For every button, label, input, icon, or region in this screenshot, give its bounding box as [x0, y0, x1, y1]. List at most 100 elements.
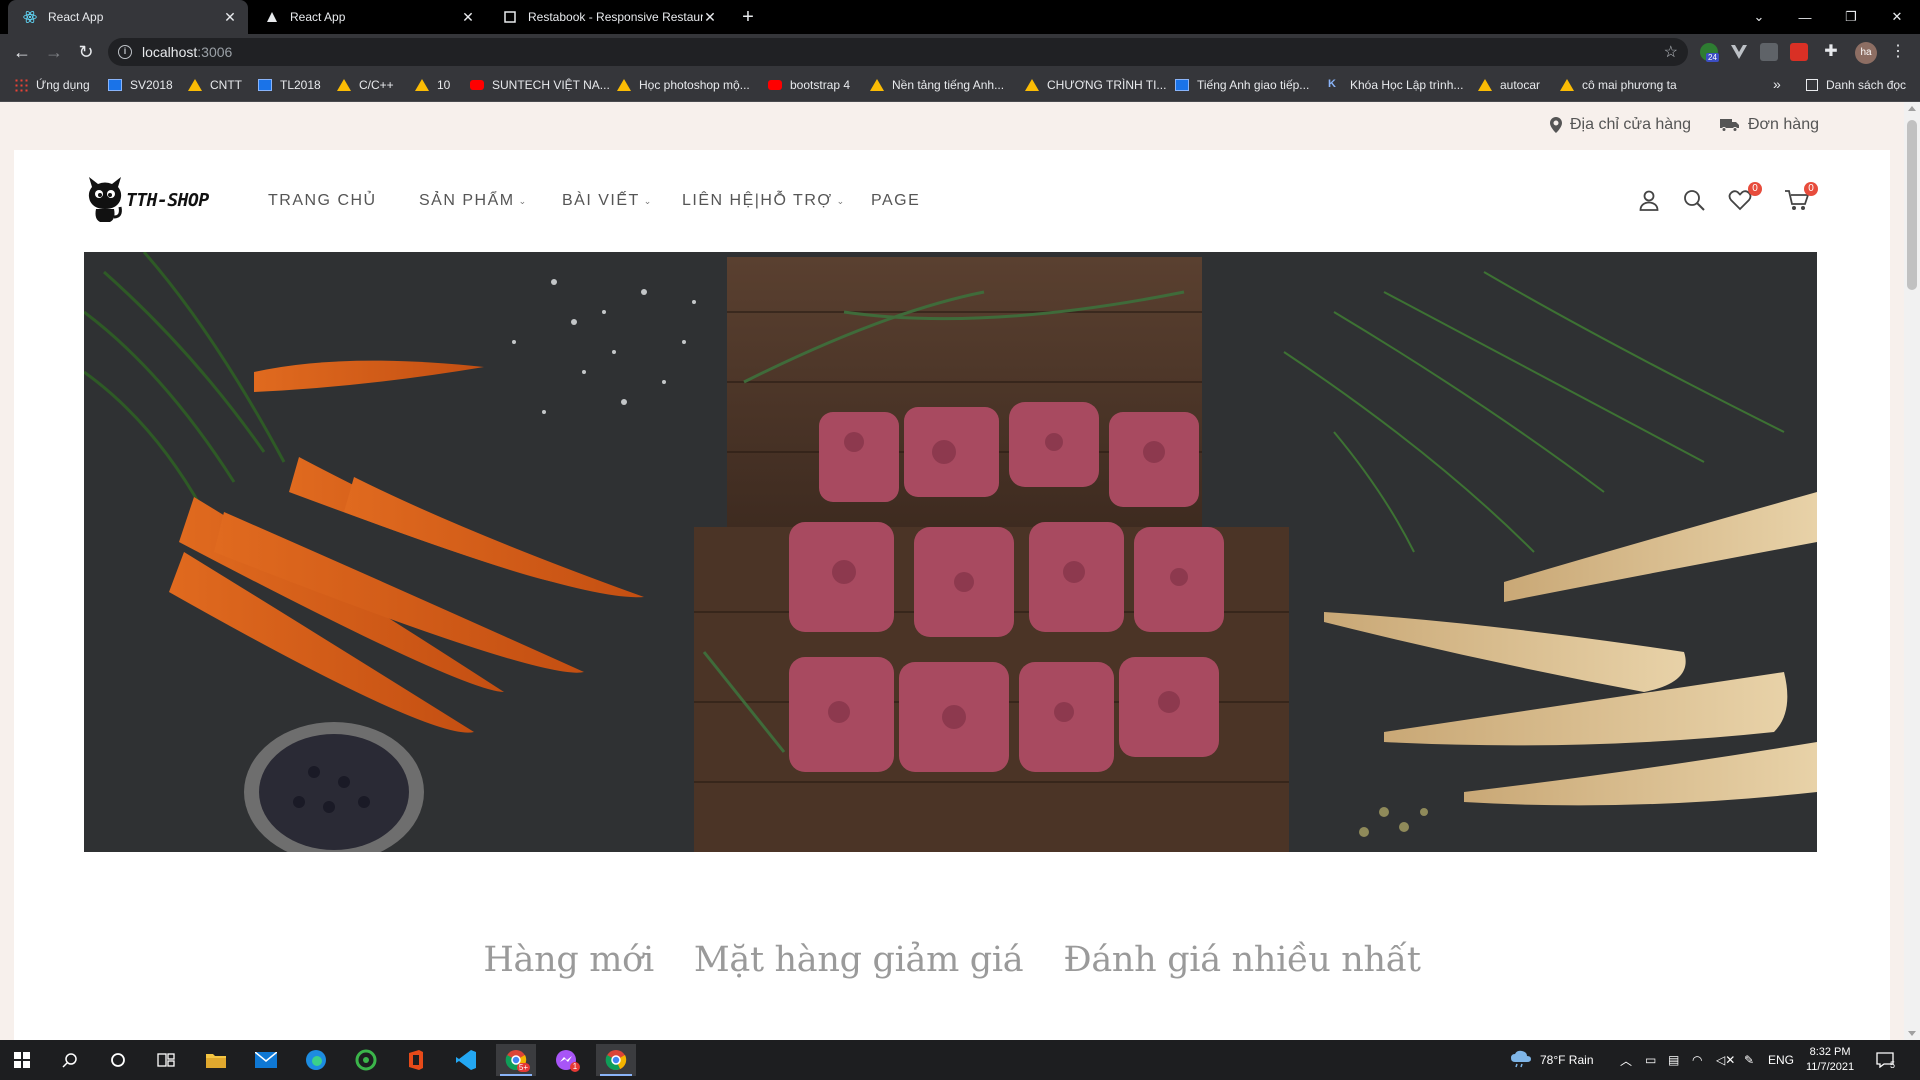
store-address-link[interactable]: Địa chỉ cửa hàng [1550, 116, 1691, 134]
cart-icon[interactable]: 0 [1784, 182, 1818, 214]
notification-center-icon[interactable]: 5 [1876, 1040, 1895, 1080]
address-bar[interactable]: i localhost:3006 ☆ [108, 38, 1688, 66]
bookmark-item[interactable]: Học photoshop mộ... [617, 78, 750, 92]
user-account-icon[interactable] [1637, 188, 1663, 214]
mail-icon[interactable] [246, 1044, 286, 1076]
messenger-icon[interactable]: 1 [546, 1044, 586, 1076]
drive-icon [1560, 79, 1574, 91]
close-tab-icon[interactable]: ✕ [460, 9, 476, 25]
orders-link[interactable]: Đơn hàng [1720, 116, 1819, 134]
page-scrollbar[interactable] [1904, 102, 1920, 1040]
tab-discount-products[interactable]: Mặt hàng giảm giá [694, 940, 1024, 980]
bookmark-item[interactable]: TL2018 [258, 78, 321, 92]
file-explorer-icon[interactable] [196, 1044, 236, 1076]
triangle-icon [264, 9, 280, 25]
windows-taskbar: 5+ 1 78°F Rain ︿ ▭ ▤ ◠ ◁✕ ✎ ENG 8:32 PM … [0, 1040, 1920, 1080]
tab-top-rated[interactable]: Đánh giá nhiều nhất [1063, 940, 1421, 980]
pen-icon[interactable]: ✎ [1744, 1040, 1754, 1080]
site-logo[interactable]: TTH-SHOP [86, 177, 209, 223]
bookmark-item[interactable]: cô mai phương ta [1560, 78, 1677, 92]
bookmark-item[interactable]: Nền tảng tiếng Anh... [870, 78, 1004, 92]
menu-san-pham[interactable]: SẢN PHẨM ⌄ [419, 192, 528, 210]
office-icon[interactable] [396, 1044, 436, 1076]
bookmark-item[interactable]: CNTT [188, 78, 242, 92]
weather-widget[interactable]: 78°F Rain [1510, 1040, 1594, 1080]
bookmark-item[interactable]: C/C++ [337, 78, 394, 92]
more-bookmarks-button[interactable]: » [1773, 76, 1781, 92]
bookmark-star-icon[interactable]: ☆ [1664, 42, 1678, 62]
scroll-up-icon[interactable] [1908, 106, 1916, 111]
drive-icon [617, 79, 631, 91]
new-tab-button[interactable]: + [736, 6, 760, 28]
bookmark-item[interactable]: bootstrap 4 [768, 78, 850, 92]
bookmark-item[interactable]: CHƯƠNG TRÌNH TI... [1025, 78, 1166, 92]
vscode-icon[interactable] [446, 1044, 486, 1076]
reading-list-icon [1806, 79, 1818, 91]
youtube-icon [470, 80, 484, 90]
chrome-profile-icon[interactable] [596, 1044, 636, 1076]
restore-button[interactable]: ❐ [1828, 0, 1874, 34]
wishlist-heart-icon[interactable]: 0 [1728, 182, 1762, 214]
clock[interactable]: 8:32 PM 11/7/2021 [1806, 1040, 1854, 1080]
network-icon[interactable]: ▤ [1668, 1040, 1679, 1080]
puzzle-extensions-icon[interactable]: ✚ [1822, 43, 1840, 61]
extension-badge: 24 [1706, 53, 1719, 62]
close-window-button[interactable]: ✕ [1874, 0, 1920, 34]
input-language[interactable]: ENG [1768, 1040, 1794, 1080]
menu-page[interactable]: PAGE [871, 192, 920, 210]
code-extension-icon[interactable] [1760, 43, 1778, 61]
edge-browser-icon[interactable] [296, 1044, 336, 1076]
bookmark-apps[interactable]: Ứng dụng [14, 78, 90, 92]
drive-icon [188, 79, 202, 91]
bookmark-item[interactable]: SV2018 [108, 78, 173, 92]
browser-toolbar: ← → ↻ i localhost:3006 ☆ 24 ✚ ha ⋮ [0, 34, 1920, 70]
scroll-thumb[interactable] [1907, 120, 1917, 290]
site-info-icon[interactable]: i [118, 45, 132, 59]
minimize-button[interactable]: — [1782, 0, 1828, 34]
apps-grid-icon [14, 78, 28, 92]
bookmark-item[interactable]: Tiếng Anh giao tiếp... [1175, 78, 1309, 92]
chevron-down-icon: ⌄ [518, 195, 528, 206]
battery-icon[interactable]: ▭ [1645, 1040, 1656, 1080]
reload-button[interactable]: ↻ [74, 40, 98, 64]
close-tab-icon[interactable]: ✕ [222, 9, 238, 25]
k-icon: K [1328, 78, 1336, 90]
tab-react-app-2[interactable]: React App ✕ [250, 0, 486, 34]
cortana-icon[interactable] [98, 1044, 138, 1076]
app-green-icon[interactable] [346, 1044, 386, 1076]
search-icon[interactable] [1682, 188, 1708, 214]
drive-icon [337, 79, 351, 91]
tab-react-app-1[interactable]: React App ✕ [8, 0, 248, 34]
tray-overflow-icon[interactable]: ︿ [1620, 1040, 1632, 1080]
reading-list-button[interactable]: Danh sách đọc [1806, 78, 1906, 92]
profile-avatar[interactable]: ha [1855, 42, 1877, 64]
vuejs-devtools-icon[interactable] [1730, 43, 1748, 61]
chrome-task-icon[interactable]: 5+ [496, 1044, 536, 1076]
tab-new-products[interactable]: Hàng mới [483, 940, 654, 980]
bookmarks-bar: Ứng dụng SV2018 CNTT TL2018 C/C++ 10 SUN… [0, 70, 1920, 102]
windows-start-icon[interactable] [2, 1044, 42, 1076]
menu-trang-chu[interactable]: TRANG CHỦ [268, 192, 377, 210]
red-extension-icon[interactable] [1790, 43, 1808, 61]
monitor-icon [258, 79, 272, 91]
forward-button[interactable]: → [42, 40, 66, 64]
wifi-icon[interactable]: ◠ [1692, 1040, 1702, 1080]
close-tab-icon[interactable]: ✕ [702, 9, 718, 25]
cloud-rain-icon [1510, 1050, 1532, 1071]
bookmark-item[interactable]: autocar [1478, 78, 1540, 92]
menu-lien-he-ho-tro[interactable]: LIÊN HỆ|HỖ TRỢ ⌄ [682, 192, 846, 210]
task-view-icon[interactable] [146, 1044, 186, 1076]
bookmark-item[interactable]: 10 [415, 78, 450, 92]
tab-search-icon[interactable]: ⌄ [1736, 0, 1782, 34]
browser-menu-icon[interactable]: ⋮ [1890, 42, 1906, 62]
bookmark-item[interactable]: SUNTECH VIỆT NA... [470, 78, 610, 92]
wishlist-count-badge: 0 [1748, 182, 1762, 196]
extension-shield-icon[interactable]: 24 [1700, 43, 1719, 62]
search-icon[interactable] [50, 1044, 90, 1076]
back-button[interactable]: ← [10, 40, 34, 64]
scroll-down-icon[interactable] [1908, 1031, 1916, 1036]
tab-restabook[interactable]: Restabook - Responsive Restaura ✕ [488, 0, 728, 34]
menu-bai-viet[interactable]: BÀI VIẾT ⌄ [562, 192, 653, 210]
volume-mute-icon[interactable]: ◁✕ [1716, 1040, 1735, 1080]
bookmark-item[interactable]: K Khóa Học Lập trình... [1328, 78, 1463, 92]
